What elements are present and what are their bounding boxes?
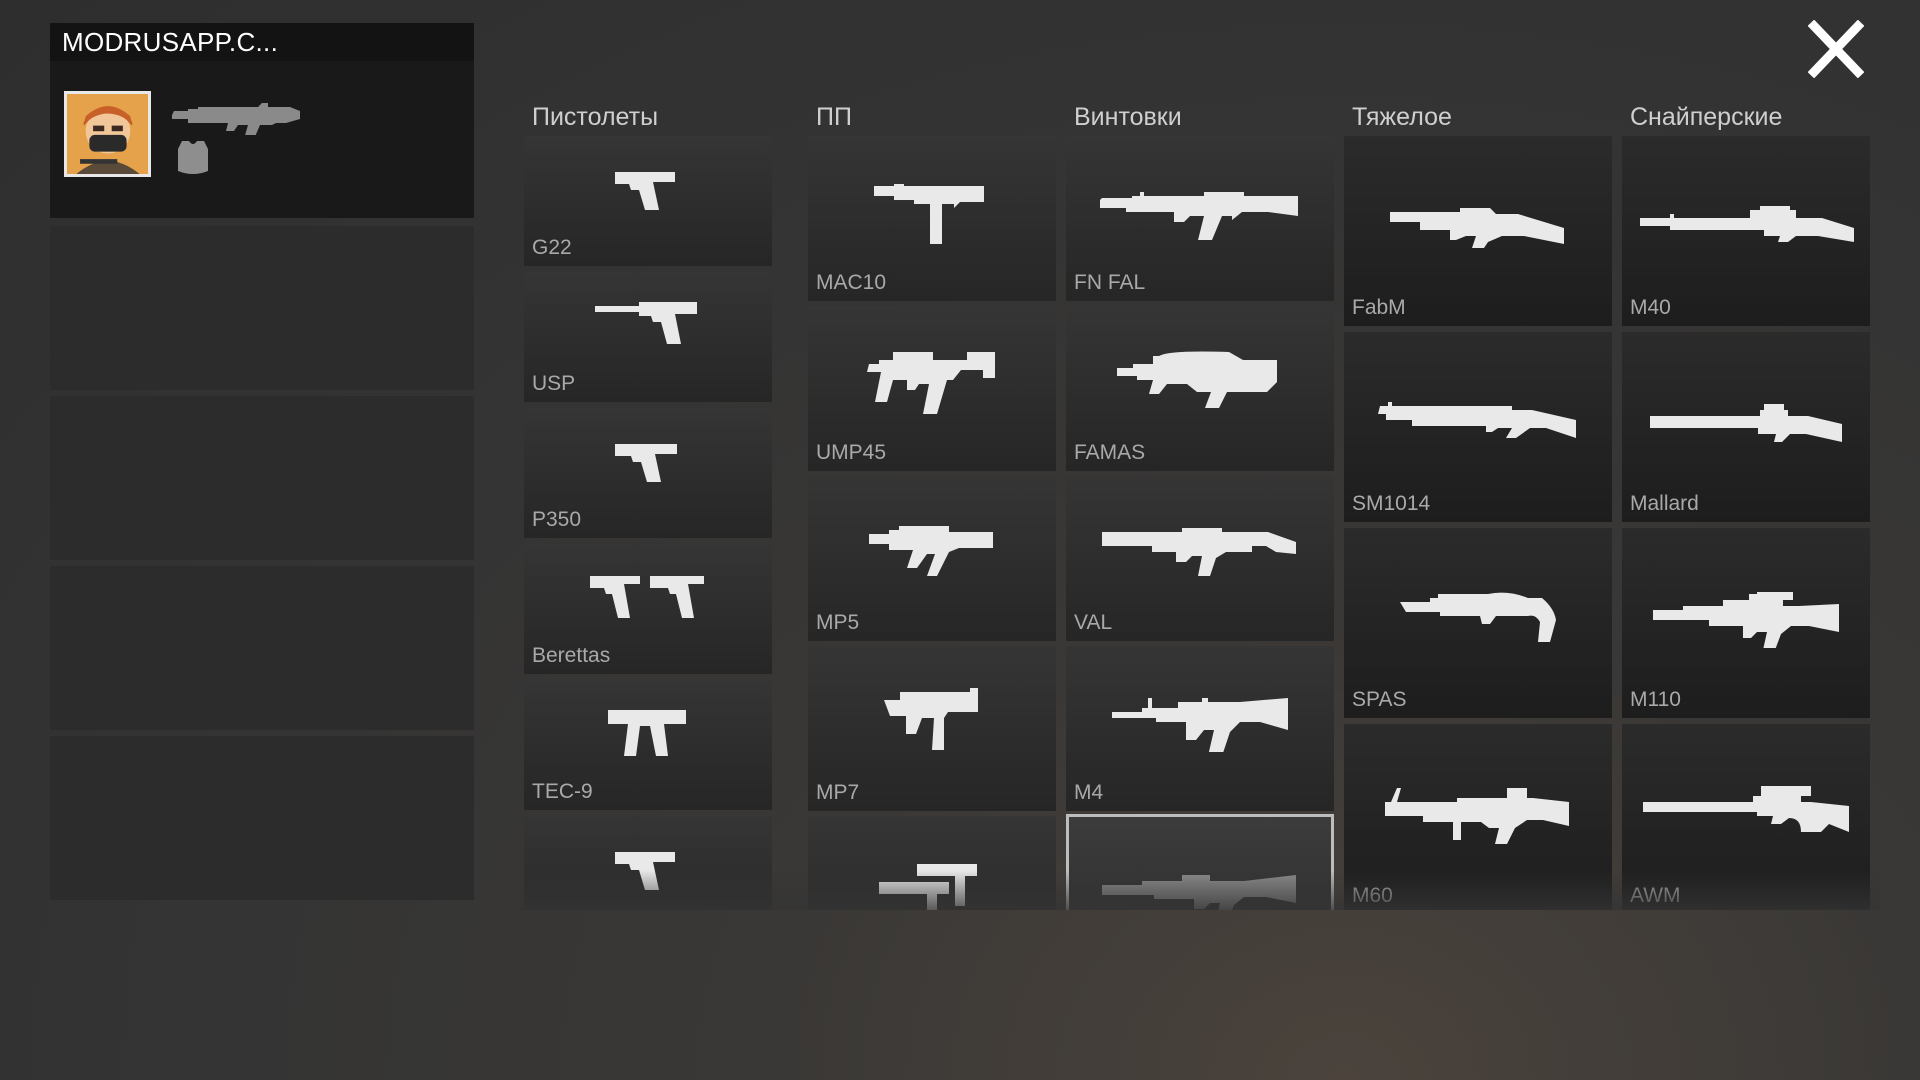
weapon-label: M60 bbox=[1352, 884, 1393, 907]
weapon-label: MP5 bbox=[816, 611, 860, 634]
rifle-icon bbox=[1102, 528, 1296, 576]
weapon-tile-mp7[interactable]: MP7 bbox=[808, 646, 1056, 811]
sniper-icon bbox=[1643, 786, 1849, 832]
weapon-label: Mallard bbox=[1630, 492, 1699, 515]
weapon-tile-sm1014[interactable]: SM1014 bbox=[1344, 332, 1612, 522]
weapon-tile-awm[interactable]: AWM bbox=[1622, 724, 1870, 910]
pistol-icon bbox=[595, 302, 697, 344]
smg-icon bbox=[879, 864, 977, 910]
weapon-label: USP bbox=[532, 372, 576, 395]
weapon-label: FabM bbox=[1352, 296, 1406, 319]
pistol-icon bbox=[615, 444, 677, 482]
weapon-tile-fnfal[interactable]: FN FAL bbox=[1066, 136, 1334, 301]
sniper-icon bbox=[1640, 206, 1854, 242]
weapon-tile-m110[interactable]: M110 bbox=[1622, 528, 1870, 718]
weapon-tile-pistol-6[interactable] bbox=[524, 816, 772, 910]
weapon-tile-fabm[interactable]: FabM bbox=[1344, 136, 1612, 326]
weapon-label: VAL bbox=[1074, 611, 1113, 634]
weapon-tile-rifle-5[interactable] bbox=[1066, 814, 1334, 910]
weapon-label: AWM bbox=[1630, 884, 1681, 907]
weapon-label: FAMAS bbox=[1074, 441, 1146, 464]
weapon-label: M110 bbox=[1630, 688, 1681, 711]
weapon-label: MAC10 bbox=[816, 271, 887, 294]
weapon-tile-g22[interactable]: G22 bbox=[524, 136, 772, 266]
rifle-icon bbox=[1117, 351, 1277, 408]
shotgun-icon bbox=[1400, 592, 1556, 642]
weapon-tile-smg-5[interactable] bbox=[808, 816, 1056, 910]
weapon-label: UMP45 bbox=[816, 441, 887, 464]
smg-icon bbox=[884, 688, 978, 750]
pistol-icon bbox=[615, 172, 675, 210]
pistol-icon bbox=[615, 852, 675, 890]
pistol-icon bbox=[590, 576, 704, 618]
weapon-tile-m40[interactable]: M40 bbox=[1622, 136, 1870, 326]
weapon-label: MP7 bbox=[816, 781, 860, 804]
shotgun-icon bbox=[1390, 208, 1564, 248]
weapon-label: SPAS bbox=[1352, 688, 1407, 711]
weapon-tile-tec9[interactable]: TEC-9 bbox=[524, 680, 772, 810]
weapon-tile-famas[interactable]: FAMAS bbox=[1066, 306, 1334, 471]
weapon-tile-m4[interactable]: M4 bbox=[1066, 646, 1334, 811]
weapon-tile-val[interactable]: VAL bbox=[1066, 476, 1334, 641]
weapon-tile-ump45[interactable]: UMP45 bbox=[808, 306, 1056, 471]
weapon-label: P350 bbox=[532, 508, 582, 531]
sniper-icon bbox=[1653, 592, 1839, 648]
weapon-label: TEC-9 bbox=[532, 780, 593, 803]
weapon-tile-berettas[interactable]: Berettas bbox=[524, 544, 772, 674]
pistol-icon bbox=[608, 710, 686, 756]
weapon-tile-m60[interactable]: M60 bbox=[1344, 724, 1612, 910]
smg-icon bbox=[867, 352, 995, 414]
weapon-tile-mac10[interactable]: MAC10 bbox=[808, 136, 1056, 301]
smg-icon bbox=[874, 184, 984, 244]
weapon-grid: G22 USP P350 Berettas TEC-9 MAC10 UMP45 … bbox=[0, 0, 1920, 910]
weapon-tile-mp5[interactable]: MP5 bbox=[808, 476, 1056, 641]
weapon-label: Berettas bbox=[532, 644, 611, 667]
weapon-label: FN FAL bbox=[1074, 271, 1146, 294]
weapon-label: SM1014 bbox=[1352, 492, 1431, 515]
rifle-icon bbox=[1112, 698, 1288, 752]
rifle-icon bbox=[1102, 875, 1296, 910]
smg-icon bbox=[869, 526, 993, 576]
weapon-tile-mallard[interactable]: Mallard bbox=[1622, 332, 1870, 522]
weapon-tile-p350[interactable]: P350 bbox=[524, 408, 772, 538]
rifle-icon bbox=[1100, 192, 1298, 240]
sniper-icon bbox=[1650, 404, 1842, 442]
weapon-label: G22 bbox=[532, 236, 572, 259]
sniper-icon bbox=[1385, 788, 1569, 844]
shotgun-icon bbox=[1378, 402, 1576, 438]
weapon-tile-spas[interactable]: SPAS bbox=[1344, 528, 1612, 718]
weapon-tile-usp[interactable]: USP bbox=[524, 272, 772, 402]
weapon-label: M40 bbox=[1630, 296, 1671, 319]
weapon-label: M4 bbox=[1074, 781, 1104, 804]
